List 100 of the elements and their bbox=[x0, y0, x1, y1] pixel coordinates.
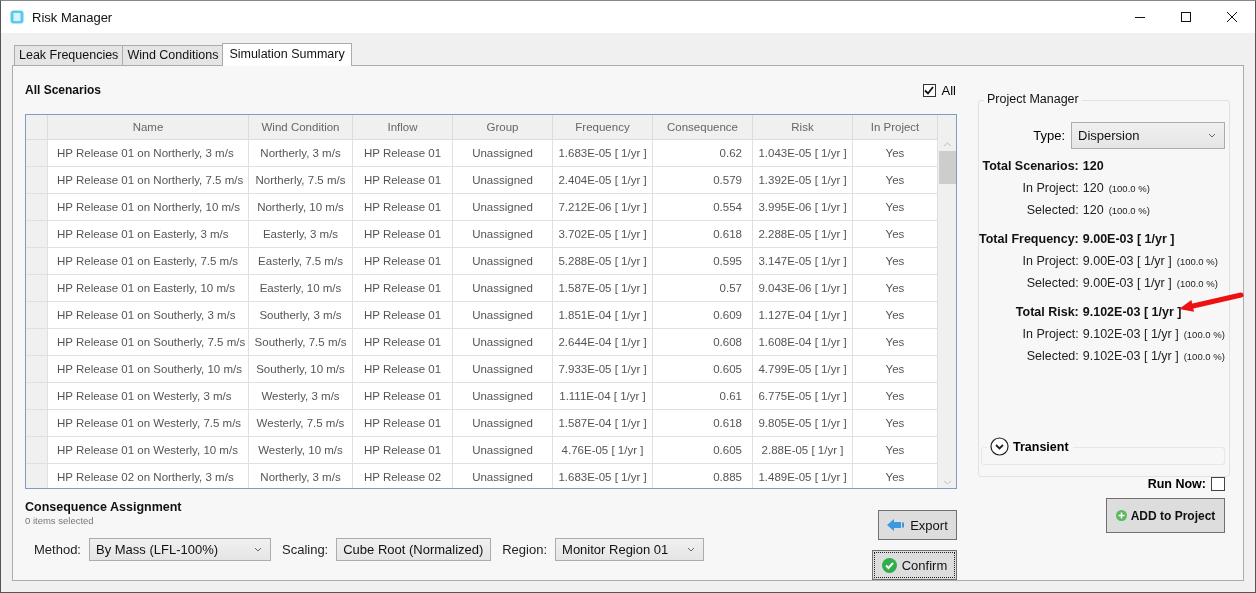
table-cell: 1.127E-04 [ 1/yr ] bbox=[753, 301, 853, 329]
scrollbar[interactable] bbox=[938, 114, 956, 488]
field-label: Scaling: bbox=[282, 542, 329, 557]
dropdown[interactable]: By Mass (LFL-100%) bbox=[89, 538, 271, 561]
confirm-button[interactable]: Confirm bbox=[872, 550, 957, 580]
stat-percent: (100.0 %) bbox=[1183, 351, 1225, 362]
tab[interactable]: Wind Conditions bbox=[122, 45, 224, 65]
table-cell: HP Release 01 on Easterly, 3 m/s bbox=[48, 220, 249, 248]
table-cell: Northerly, 3 m/s bbox=[249, 139, 353, 167]
table-cell: 1.683E-05 [ 1/yr ] bbox=[553, 463, 653, 488]
export-button[interactable]: Export bbox=[878, 510, 957, 540]
table-cell: 0.605 bbox=[653, 436, 753, 464]
column-header[interactable]: Inflow bbox=[353, 114, 453, 140]
scroll-up-icon[interactable] bbox=[942, 141, 952, 147]
table-cell: 9.043E-06 [ 1/yr ] bbox=[753, 274, 853, 302]
stat-label: Total Frequency: bbox=[979, 232, 1079, 248]
table-cell: 9.805E-05 [ 1/yr ] bbox=[753, 409, 853, 437]
table-cell: Southerly, 7.5 m/s bbox=[249, 328, 353, 356]
table-cell: 4.76E-05 [ 1/yr ] bbox=[553, 436, 653, 464]
table-cell: HP Release 01 on Westerly, 10 m/s bbox=[48, 436, 249, 464]
stat-value: 9.102E-03 [ 1/yr ] bbox=[1082, 327, 1179, 341]
table-cell: 2.644E-04 [ 1/yr ] bbox=[553, 328, 653, 356]
row-header[interactable] bbox=[26, 220, 48, 248]
table-cell: Northerly, 10 m/s bbox=[249, 193, 353, 221]
table-cell: 0.57 bbox=[653, 274, 753, 302]
caret-icon bbox=[687, 547, 696, 552]
table-cell: 0.579 bbox=[653, 166, 753, 194]
table-cell: HP Release 01 bbox=[353, 382, 453, 410]
table-cell: Northerly, 3 m/s bbox=[249, 463, 353, 488]
table-cell: Unassigned bbox=[453, 166, 553, 194]
row-header[interactable] bbox=[26, 382, 48, 410]
app-icon bbox=[10, 10, 24, 24]
table-cell: Westerly, 3 m/s bbox=[249, 382, 353, 410]
table-cell: HP Release 01 on Easterly, 7.5 m/s bbox=[48, 247, 249, 275]
row-header[interactable] bbox=[26, 166, 48, 194]
stat-label: Total Scenarios: bbox=[981, 159, 1079, 175]
column-header[interactable]: Risk bbox=[753, 114, 853, 140]
table-cell: HP Release 01 bbox=[353, 166, 453, 194]
table-cell: 0.61 bbox=[653, 382, 753, 410]
table-cell: 0.595 bbox=[653, 247, 753, 275]
expand-icon[interactable] bbox=[990, 437, 1009, 456]
column-header[interactable]: Wind Condition bbox=[249, 114, 353, 140]
stat-percent: (100.0 %) bbox=[1108, 205, 1150, 216]
table-cell: 0.605 bbox=[653, 355, 753, 383]
table-cell: 0.62 bbox=[653, 139, 753, 167]
checkbox[interactable] bbox=[922, 83, 936, 97]
table-cell: HP Release 01 bbox=[353, 328, 453, 356]
row-header[interactable] bbox=[26, 193, 48, 221]
table-cell: Unassigned bbox=[453, 301, 553, 329]
checkbox[interactable] bbox=[1211, 477, 1225, 491]
table-cell: Unassigned bbox=[453, 463, 553, 488]
dropdown[interactable]: Monitor Region 01 bbox=[555, 538, 705, 561]
table-cell: HP Release 01 on Southerly, 7.5 m/s bbox=[48, 328, 249, 356]
table-cell: 1.608E-04 [ 1/yr ] bbox=[753, 328, 853, 356]
row-header[interactable] bbox=[26, 409, 48, 437]
table-cell: Easterly, 3 m/s bbox=[249, 220, 353, 248]
dropdown[interactable]: Cube Root (Normalized) bbox=[336, 538, 492, 561]
row-header[interactable] bbox=[26, 274, 48, 302]
table-cell: Unassigned bbox=[453, 220, 553, 248]
table-cell: HP Release 01 bbox=[353, 193, 453, 221]
scroll-thumb[interactable] bbox=[938, 150, 956, 184]
table-cell: 3.702E-05 [ 1/yr ] bbox=[553, 220, 653, 248]
stat-percent: (100.0 %) bbox=[1108, 183, 1150, 194]
tab[interactable]: Simulation Summary bbox=[222, 43, 352, 66]
field-label: Method: bbox=[34, 542, 81, 557]
row-header[interactable] bbox=[26, 355, 48, 383]
stat-value: 9.102E-03 [ 1/yr ] bbox=[1082, 305, 1182, 319]
corner-header[interactable] bbox=[26, 114, 48, 140]
dropdown[interactable]: Dispersion bbox=[1071, 122, 1225, 149]
column-header[interactable]: Frequency bbox=[553, 114, 653, 140]
row-header[interactable] bbox=[26, 301, 48, 329]
annotation-arrow bbox=[1179, 292, 1244, 312]
table-cell: HP Release 01 bbox=[353, 409, 453, 437]
tab[interactable]: Leak Frequencies bbox=[14, 45, 124, 65]
table-cell: 5.288E-05 [ 1/yr ] bbox=[553, 247, 653, 275]
minimize-icon bbox=[1135, 16, 1145, 18]
column-header[interactable]: Name bbox=[48, 114, 249, 140]
window-title: Risk Manager bbox=[32, 9, 113, 25]
scroll-down-icon[interactable] bbox=[942, 480, 952, 485]
table-cell: Westerly, 10 m/s bbox=[249, 436, 353, 464]
stat-label: In Project: bbox=[1021, 181, 1079, 197]
column-header[interactable]: Consequence bbox=[653, 114, 753, 140]
row-header[interactable] bbox=[26, 436, 48, 464]
stat-percent: (100.0 %) bbox=[1176, 278, 1218, 289]
table-cell: 1.587E-05 [ 1/yr ] bbox=[553, 274, 653, 302]
table-cell: 0.554 bbox=[653, 193, 753, 221]
row-header[interactable] bbox=[26, 328, 48, 356]
table-cell: HP Release 01 on Southerly, 3 m/s bbox=[48, 301, 249, 329]
table-cell: Unassigned bbox=[453, 328, 553, 356]
row-header[interactable] bbox=[26, 247, 48, 275]
row-header[interactable] bbox=[26, 463, 48, 488]
stat-value: 120 bbox=[1082, 181, 1104, 195]
table-cell: 1.683E-05 [ 1/yr ] bbox=[553, 139, 653, 167]
table-cell: HP Release 01 bbox=[353, 301, 453, 329]
row-header[interactable] bbox=[26, 139, 48, 167]
stat-label: In Project: bbox=[1021, 327, 1079, 343]
table-cell: 3.147E-05 [ 1/yr ] bbox=[753, 247, 853, 275]
column-header[interactable]: Group bbox=[453, 114, 553, 140]
add-to-project-button[interactable]: ADD to Project bbox=[1106, 498, 1225, 533]
column-header[interactable]: In Project bbox=[853, 114, 938, 140]
